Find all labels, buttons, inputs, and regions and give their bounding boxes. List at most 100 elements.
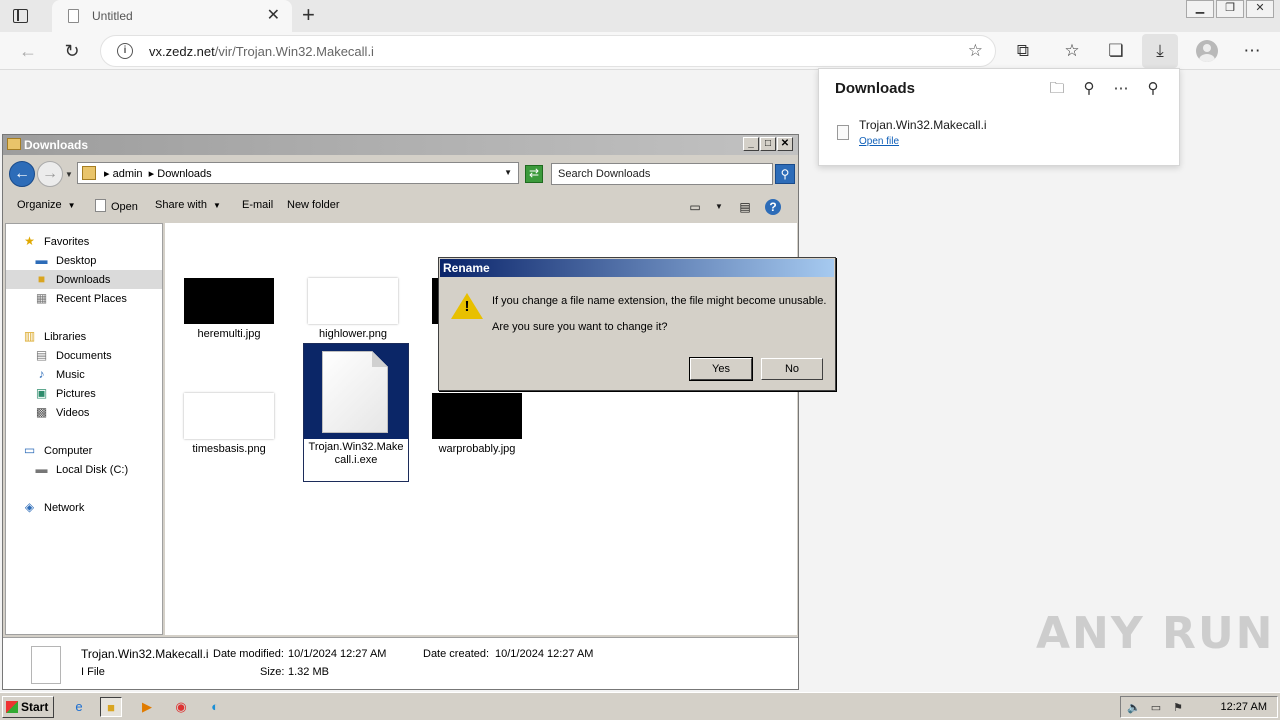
share-with-button[interactable]: Share with ▼ xyxy=(155,199,221,211)
close-icon[interactable]: ✕ xyxy=(777,137,793,151)
network-icon: ◈ xyxy=(24,500,35,514)
nav-pictures[interactable]: ▣ Pictures xyxy=(6,384,162,403)
no-button[interactable]: No xyxy=(761,358,823,380)
nav-label: Desktop xyxy=(56,255,97,267)
nav-local-disk[interactable]: ▬ Local Disk (C:) xyxy=(6,460,162,479)
collections-icon[interactable]: ❏ xyxy=(1104,39,1128,63)
details-file-name: Trojan.Win32.Makecall.i xyxy=(81,647,209,661)
minimize-icon[interactable]: ▁ xyxy=(1186,0,1214,18)
breadcrumb-downloads[interactable]: Downloads xyxy=(157,168,211,180)
explorer-titlebar[interactable]: Downloads _ □ ✕ xyxy=(3,135,798,155)
dialog-message: If you change a file name extension, the… xyxy=(492,295,827,307)
file-item-trojan-selected[interactable]: Trojan.Win32.Make call.i.exe xyxy=(303,343,409,482)
change-view-icon[interactable]: ▭ xyxy=(687,199,703,215)
recent-pages-dropdown-icon[interactable]: ▼ xyxy=(65,170,73,179)
preview-pane-icon[interactable]: ▤ xyxy=(737,199,753,215)
nav-label: Downloads xyxy=(56,274,111,286)
url-path: /vir/Trojan.Win32.Makecall.i xyxy=(214,44,374,59)
more-options-icon[interactable]: ⋯ xyxy=(1109,77,1133,101)
email-button[interactable]: E-mail xyxy=(242,199,273,211)
page-icon xyxy=(68,9,79,23)
recent-places-icon: ▦ xyxy=(35,291,48,305)
edge-icon[interactable]: ◐ xyxy=(204,697,226,717)
profile-avatar[interactable] xyxy=(1196,40,1218,62)
explorer-address-bar: ← → ▼ ▸ admin ▸ Downloads ▼ ⇄ Search Dow… xyxy=(3,157,798,189)
window-controls: ▁ ❐ ✕ xyxy=(1184,0,1274,18)
forward-arrow-icon[interactable]: → xyxy=(37,161,63,187)
documents-icon: ▤ xyxy=(35,348,48,362)
file-name-edit[interactable]: Trojan.Win32.Make call.i.exe xyxy=(304,441,408,467)
image-thumbnail xyxy=(308,278,398,324)
pictures-icon: ▣ xyxy=(35,386,48,400)
network-tray-icon[interactable]: ▭ xyxy=(1149,701,1163,715)
nav-computer[interactable]: ▭ Computer xyxy=(6,441,162,460)
close-tab-icon[interactable]: ✕ xyxy=(267,6,280,26)
info-icon[interactable]: i xyxy=(117,43,133,59)
open-file-link[interactable]: Open file xyxy=(859,136,899,147)
nav-desktop[interactable]: ▬ Desktop xyxy=(6,251,162,270)
nav-network[interactable]: ◈ Network xyxy=(6,498,162,517)
browser-tab[interactable]: Untitled ✕ xyxy=(52,0,292,32)
nav-libraries[interactable]: ▥ Libraries xyxy=(6,327,162,346)
new-tab-icon[interactable]: + xyxy=(302,3,315,27)
favorites-icon[interactable]: ☆ xyxy=(1060,39,1084,63)
downloads-panel: Downloads 🗀 ⚲ ⋯ ⚲ Trojan.Win32.Makecall.… xyxy=(818,68,1180,166)
more-icon[interactable]: ⋯ xyxy=(1240,39,1264,63)
image-thumbnail xyxy=(184,278,274,324)
speaker-icon[interactable]: 🔈 xyxy=(1127,701,1141,715)
dialog-titlebar[interactable]: Rename xyxy=(440,259,834,277)
flag-icon[interactable]: ⚑ xyxy=(1171,701,1185,715)
nav-label: Computer xyxy=(44,445,93,457)
refresh-icon[interactable]: ⇄ xyxy=(525,165,543,183)
tab-actions-icon[interactable] xyxy=(10,6,30,26)
help-icon[interactable]: ? xyxy=(765,199,781,215)
open-folder-icon[interactable]: 🗀 xyxy=(1045,77,1069,101)
nav-music[interactable]: ♪ Music xyxy=(6,365,162,384)
url-text[interactable]: vx.zedz.net/vir/Trojan.Win32.Makecall.i xyxy=(149,44,374,59)
image-thumbnail xyxy=(184,393,274,439)
browser-tabstrip: Untitled ✕ + ▁ ❐ ✕ xyxy=(0,0,1280,32)
breadcrumb-admin[interactable]: admin xyxy=(113,168,143,180)
chevron-down-icon[interactable]: ▼ xyxy=(504,168,512,177)
close-window-icon[interactable]: ✕ xyxy=(1246,0,1274,18)
desktop-icon: ▬ xyxy=(35,253,48,267)
search-icon[interactable]: ⚲ xyxy=(775,164,795,184)
download-file-name[interactable]: Trojan.Win32.Makecall.i xyxy=(859,118,987,132)
file-icon xyxy=(837,125,849,140)
start-button[interactable]: Start xyxy=(2,696,54,718)
nav-downloads[interactable]: ■ Downloads xyxy=(6,270,162,289)
view-dropdown-icon[interactable]: ▼ xyxy=(711,199,727,215)
search-input[interactable]: Search Downloads xyxy=(551,163,773,185)
nav-favorites[interactable]: ★ Favorites xyxy=(6,232,162,251)
add-favorite-icon[interactable]: ☆ xyxy=(968,41,983,61)
breadcrumb[interactable]: ▸ admin ▸ Downloads ▼ xyxy=(77,162,519,184)
maximize-icon[interactable]: □ xyxy=(760,137,776,151)
nav-documents[interactable]: ▤ Documents xyxy=(6,346,162,365)
minimize-icon[interactable]: _ xyxy=(743,137,759,151)
chrome-icon[interactable]: ◉ xyxy=(170,697,192,717)
restore-icon[interactable]: ❐ xyxy=(1216,0,1244,18)
search-icon[interactable]: ⚲ xyxy=(1077,77,1101,101)
pin-icon[interactable]: ⚲ xyxy=(1141,77,1165,101)
back-icon[interactable]: ← xyxy=(17,40,39,62)
clock[interactable]: 12:27 AM xyxy=(1221,701,1267,713)
windows-logo-icon xyxy=(6,701,18,713)
nav-videos[interactable]: ▩ Videos xyxy=(6,403,162,422)
refresh-icon[interactable]: ↻ xyxy=(61,40,83,62)
back-arrow-icon[interactable]: ← xyxy=(9,161,35,187)
organize-button[interactable]: Organize ▼ xyxy=(17,199,76,211)
explorer-taskbar-icon[interactable]: ■ xyxy=(100,697,122,717)
open-label: Open xyxy=(111,201,138,213)
address-bar[interactable]: i vx.zedz.net/vir/Trojan.Win32.Makecall.… xyxy=(100,35,996,67)
new-folder-button[interactable]: New folder xyxy=(287,199,340,211)
open-button[interactable]: Open xyxy=(95,199,138,213)
file-name-line2: call.i.exe xyxy=(334,454,378,466)
downloads-button[interactable]: ⤓ xyxy=(1142,34,1178,68)
nav-label: Network xyxy=(44,502,85,514)
extensions-icon[interactable]: ⧉ xyxy=(1011,39,1035,63)
nav-recent-places[interactable]: ▦ Recent Places xyxy=(6,289,162,308)
media-player-icon[interactable]: ▶ xyxy=(136,697,158,717)
yes-button[interactable]: Yes xyxy=(689,357,753,381)
ie-icon[interactable]: e xyxy=(68,697,90,717)
file-icon xyxy=(31,646,61,684)
